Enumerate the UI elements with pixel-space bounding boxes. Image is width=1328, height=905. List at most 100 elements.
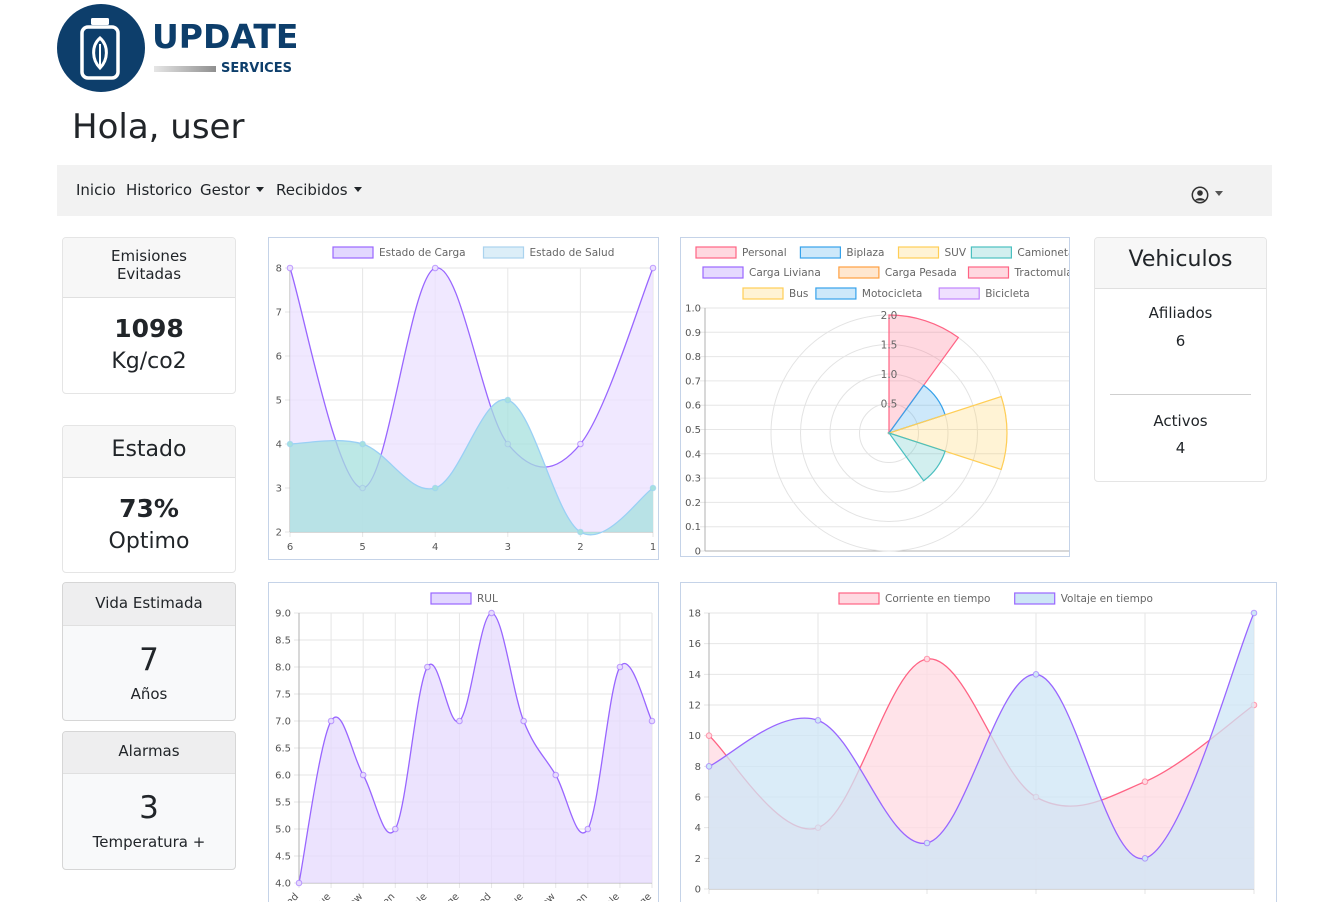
caret-down-icon [255,187,264,192]
user-circle-icon [1191,186,1209,203]
chart-polar: Personal Biplaza SUV Camioneta Carga Liviana… [680,237,1074,558]
legend-swatch [799,246,842,259]
afiliados-value: 6 [1175,332,1186,350]
chart-estado-svg: Estado de Carga Estado de Salud87654326 5 4… [276,246,657,553]
x-tick-label: Orange [428,891,462,901]
nav-gestor[interactable]: Gestor [200,183,264,198]
data-point [923,839,931,847]
legend-swatch [897,246,940,259]
y-tick-label: 0.2 [685,498,701,509]
x-tick-label: Purple [399,891,429,901]
afiliados-label: Afiliados [1148,304,1213,322]
nav-inicio[interactable]: Inicio [76,183,116,198]
polar-tick-label: 0.5 [881,399,898,411]
data-point [649,264,657,272]
estado-card: Estado 73% Optimo [62,425,236,573]
legend-label: SUV [945,247,967,259]
activos-label: Activos [1153,412,1208,430]
vehiculos-card: Vehiculos Afiliados 6 Activos 4 [1094,237,1267,482]
y-tick-label: 2 [695,854,701,865]
data-point [431,264,439,272]
greeting: Hola, user [72,107,245,147]
brand-divider [154,66,216,72]
user-menu-button[interactable] [1191,184,1223,204]
legend-swatch [742,287,784,300]
data-point [295,879,303,887]
nav-recibidos-label: Recibidos [276,181,348,199]
data-point [584,825,592,833]
data-point [705,732,713,739]
y-tick-label: 0.6 [685,401,701,412]
y-tick-label: 1.0 [685,304,701,315]
nav-recibidos[interactable]: Recibidos [276,183,362,198]
caret-down-icon [1215,191,1223,196]
y-tick-label: 6 [695,793,701,804]
y-tick-label: 5 [276,396,282,407]
x-tick-label: Red [280,891,301,901]
y-tick-label: 3 [276,484,282,495]
x-tick-label: Green [368,891,397,901]
alarmas-label: Temperatura + [92,833,206,851]
activos-value: 4 [1175,439,1186,457]
estado-value: 73% [119,494,179,523]
y-tick-label: 7.0 [275,717,291,728]
y-tick-label: 0.3 [685,474,701,485]
y-tick-label: 5.0 [275,825,291,836]
data-point [1250,609,1258,617]
x-tick-label: Purple [592,891,622,901]
y-tick-label: 18 [688,609,701,620]
x-tick-label: Yellow [528,891,558,901]
polar-tick-label: 1.5 [881,340,898,352]
y-tick-label: 0.8 [685,352,701,363]
x-tick-label: 4 [432,542,438,553]
data-point [327,717,335,725]
y-tick-label: 4 [276,440,282,451]
y-tick-label: 14 [688,670,701,681]
emisiones-title-text: Emisiones Evitadas [111,247,187,283]
data-point [577,440,584,448]
data-point [286,440,294,448]
y-tick-label: 5.5 [275,798,291,809]
data-point [488,609,495,617]
y-tick-label: 0.1 [685,522,701,533]
x-tick-label: 1 [650,542,656,553]
data-point [431,484,439,492]
estado-title: Estado [63,426,235,478]
estado-label: Optimo [108,529,190,554]
data-point [456,717,463,725]
y-tick-label: 0.5 [685,425,701,436]
vida-value: 7 [139,642,159,678]
emisiones-value: 1098 [114,314,184,343]
legend-label: Corriente en tiempo [885,593,990,605]
data-point [552,771,560,779]
legend-swatch [838,266,880,279]
data-point [616,663,624,671]
y-tick-label: 12 [688,701,701,712]
nav-gestor-label: Gestor [200,181,250,199]
chart-rul: RUL9.08.58.07.57.06.56.05.55.04.54.0RedB… [268,582,659,905]
chart-corriente-voltaje: Corriente en tiempo Voltaje en tiempo 18 16… [680,582,1277,902]
alarmas-value: 3 [139,790,159,826]
vida-title: Vida Estimada [63,583,235,626]
brand-sub: SERVICES [221,61,292,76]
chart-estado: Estado de Carga Estado de Salud 8 7 6 5 4 3 2 6 5 4… [268,237,659,560]
legend-label: Bicicleta [985,288,1030,300]
y-tick-label: 8 [276,264,282,275]
x-tick-label: Red [472,891,493,901]
data-point [520,717,527,725]
y-tick-label: 8.0 [275,663,291,674]
alarmas-card: Alarmas 3 Temperatura + [62,731,236,870]
y-tick-label: 7.5 [275,690,291,701]
y-tick-label: 0.7 [685,376,701,387]
data-point [705,763,713,770]
data-point [359,771,367,779]
y-tick-label: 4.0 [275,879,291,890]
data-point [1141,778,1149,785]
x-tick-label: Blue [502,891,525,901]
legend-swatch [430,592,472,605]
vehiculos-title: Vehiculos [1095,238,1266,289]
y-tick-label: 0 [695,885,701,896]
x-tick-label: 3 [505,542,511,553]
legend-label: RUL [477,593,498,605]
nav-historico[interactable]: Historico [126,183,192,198]
